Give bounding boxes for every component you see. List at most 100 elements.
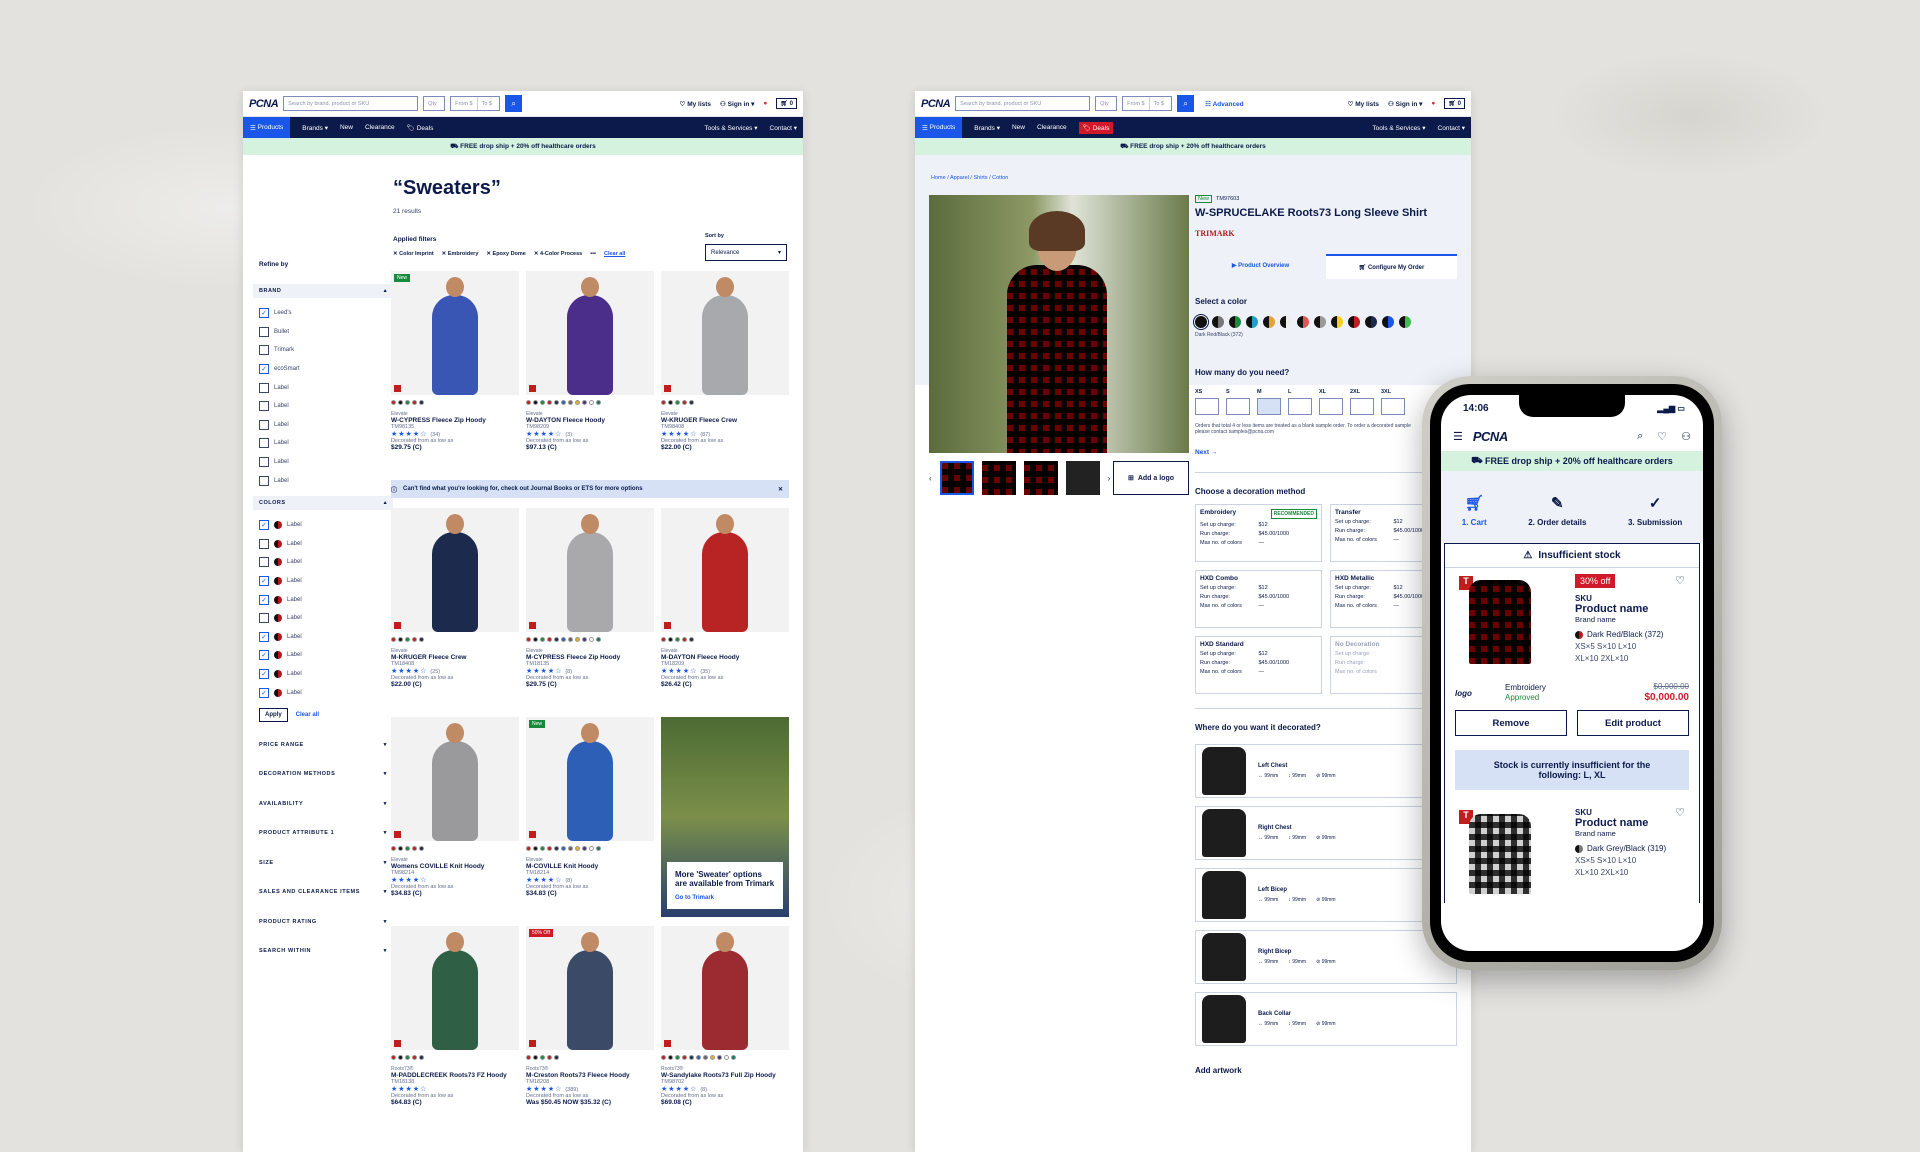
add-logo-button[interactable]: ⊞ Add a logo: [1113, 461, 1189, 495]
color-swatch[interactable]: [540, 1055, 545, 1060]
filter-chip[interactable]: ✕ Epoxy Dome: [486, 251, 525, 257]
color-swatch[interactable]: [412, 1055, 417, 1060]
promo-banner[interactable]: ⛟ FREE drop ship + 20% off healthcare or…: [1441, 451, 1703, 471]
next-link[interactable]: Next →: [1195, 449, 1457, 456]
color-swatch[interactable]: [398, 1055, 403, 1060]
color-swatch[interactable]: [526, 1055, 531, 1060]
product-image[interactable]: [391, 926, 519, 1050]
brand-filter-option[interactable]: Label: [253, 378, 393, 397]
color-swatch[interactable]: [533, 637, 538, 642]
color-swatch[interactable]: [412, 400, 417, 405]
color-filter-option[interactable]: ✓ Label: [253, 646, 393, 665]
color-swatch[interactable]: [661, 1055, 666, 1060]
brand-facet-header[interactable]: BRAND ▴: [253, 284, 393, 298]
color-swatch[interactable]: [689, 400, 694, 405]
item-name[interactable]: Product name: [1575, 817, 1666, 829]
product-card[interactable]: Elevate W-DAYTON Fleece Hoody TM98209 ★★★★☆…: [526, 271, 654, 480]
facet-header[interactable]: DECORATION METHODS ▾: [253, 759, 393, 789]
decoration-method-card[interactable]: Embroidery RECOMMENDED Set up charge: $12 Ru…: [1195, 504, 1322, 562]
color-swatch[interactable]: [391, 846, 396, 851]
color-swatch[interactable]: [554, 400, 559, 405]
decoration-location-option[interactable]: Left Chest ↔ 99mm ↕ 99mm ⊘ 99mm: [1195, 744, 1457, 798]
product-card[interactable]: Elevate W-KRUGER Fleece Crew TM98408 ★★★★☆ …: [661, 271, 789, 480]
facet-header[interactable]: PRICE RANGE ▾: [253, 730, 393, 760]
step-submission[interactable]: ✓ 3. Submission: [1628, 494, 1682, 527]
color-swatch[interactable]: [575, 400, 580, 405]
color-swatch[interactable]: [675, 637, 680, 642]
color-swatch[interactable]: [568, 846, 573, 851]
color-swatch[interactable]: [398, 400, 403, 405]
product-name[interactable]: M-PADDLECREEK Roots73 FZ Hoody: [391, 1072, 519, 1079]
brand-filter-option[interactable]: Label: [253, 397, 393, 416]
color-swatch[interactable]: [1263, 316, 1275, 328]
go-to-trimark-link[interactable]: Go to Trimark: [675, 895, 775, 901]
brand-filter-option[interactable]: ✓ Leed's: [253, 304, 393, 323]
product-name[interactable]: M-COVILLE Knit Hoody: [526, 863, 654, 870]
color-swatch[interactable]: [526, 400, 531, 405]
checkbox[interactable]: ✓: [259, 520, 269, 531]
color-swatch[interactable]: [682, 637, 687, 642]
nav-brands[interactable]: Brands ▾: [302, 124, 328, 132]
color-swatch[interactable]: [391, 1055, 396, 1060]
color-swatch[interactable]: [1314, 316, 1326, 328]
checkbox[interactable]: ✓: [259, 576, 269, 587]
color-swatch[interactable]: [596, 846, 601, 851]
product-name[interactable]: M-DAYTON Fleece Hoody: [661, 654, 789, 661]
color-swatch[interactable]: [405, 846, 410, 851]
nav-deals[interactable]: 🏷︎ Deals: [407, 124, 434, 132]
color-swatch[interactable]: [391, 400, 396, 405]
clear-all-link[interactable]: Clear all: [296, 712, 319, 718]
color-swatch[interactable]: [682, 400, 687, 405]
product-card[interactable]: New Elevate W-CYPRESS Fleece Zip Hoody TM98…: [391, 271, 519, 480]
facet-header[interactable]: SALES AND CLEARANCE ITEMS ▾: [253, 877, 393, 907]
product-image[interactable]: [1469, 814, 1531, 894]
qty-input[interactable]: Qty: [423, 96, 446, 111]
color-swatch[interactable]: [689, 637, 694, 642]
breadcrumb[interactable]: Home / Apparel / Shirts / Cotton: [931, 175, 1008, 181]
color-swatch[interactable]: [668, 400, 673, 405]
menu-icon[interactable]: ☰: [1453, 430, 1463, 443]
thumbnail[interactable]: [1065, 461, 1100, 495]
nav-contact[interactable]: Contact ▾: [1438, 124, 1465, 132]
color-filter-option[interactable]: Label: [253, 609, 393, 628]
color-swatch[interactable]: [526, 637, 531, 642]
facet-header[interactable]: AVAILABILITY ▾: [253, 789, 393, 819]
product-name[interactable]: M-CYPRESS Fleece Zip Hoody: [526, 654, 654, 661]
color-swatch[interactable]: [561, 846, 566, 851]
checkbox[interactable]: [259, 475, 269, 486]
product-name[interactable]: M-Creston Roots73 Fleece Hoody: [526, 1072, 654, 1079]
product-card[interactable]: Elevate M-CYPRESS Fleece Zip Hoody TM18135…: [526, 508, 654, 717]
checkbox[interactable]: ✓: [259, 364, 269, 375]
color-swatch[interactable]: [589, 637, 594, 642]
edit-product-button[interactable]: Edit product: [1577, 710, 1689, 736]
color-swatch[interactable]: [540, 846, 545, 851]
color-swatch[interactable]: [398, 637, 403, 642]
checkbox[interactable]: ✓: [259, 668, 269, 679]
color-swatch[interactable]: [568, 637, 573, 642]
nav-clearance[interactable]: Clearance: [365, 124, 395, 131]
sign-in-link[interactable]: ⚇ Sign in ▾: [1388, 100, 1422, 108]
product-image[interactable]: [391, 717, 519, 841]
checkbox[interactable]: [259, 345, 269, 356]
nav-tools[interactable]: Tools & Services ▾: [1372, 124, 1425, 132]
color-swatch[interactable]: [682, 1055, 687, 1060]
color-swatch[interactable]: [526, 846, 531, 851]
nav-tools[interactable]: Tools & Services ▾: [704, 124, 757, 132]
color-swatch[interactable]: [1246, 316, 1258, 328]
advanced-search-link[interactable]: ☷ Advanced: [1205, 100, 1243, 108]
item-name[interactable]: Product name: [1575, 603, 1663, 615]
color-filter-option[interactable]: ✓ Label: [253, 516, 393, 535]
qty-input[interactable]: [1195, 398, 1219, 415]
nav-products[interactable]: ☰ Products: [915, 117, 963, 138]
color-swatch[interactable]: [696, 1055, 701, 1060]
color-swatch[interactable]: [575, 637, 580, 642]
step-cart[interactable]: 🛒︎ 1. Cart: [1462, 494, 1487, 527]
product-name[interactable]: W-CYPRESS Fleece Zip Hoody: [391, 417, 519, 424]
cart-button[interactable]: 🛒︎ 0: [776, 98, 797, 109]
color-swatch[interactable]: [582, 846, 587, 851]
checkbox[interactable]: [259, 457, 269, 468]
product-name[interactable]: W-Sandylake Roots73 Full Zip Hoody: [661, 1072, 789, 1079]
tab-product-overview[interactable]: ▶ Product Overview: [1195, 254, 1326, 279]
filter-chip[interactable]: ✕ 4-Color Process: [534, 251, 582, 257]
brand-filter-option[interactable]: ✓ ecoSmart: [253, 360, 393, 379]
